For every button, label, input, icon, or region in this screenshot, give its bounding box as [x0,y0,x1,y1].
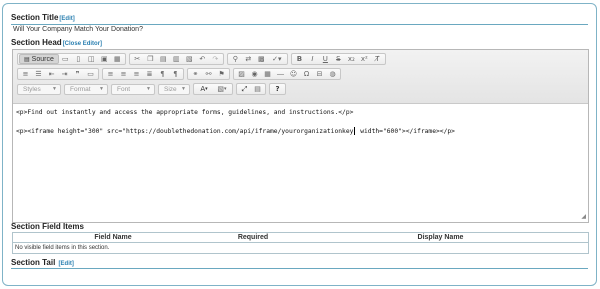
help-button[interactable]: ? [272,84,283,94]
remove-format-icon[interactable]: T̸ [372,54,383,64]
italic-icon[interactable]: I [307,54,318,64]
smiley-icon[interactable]: ☺ [288,69,299,79]
div-container-icon[interactable]: ▭ [85,69,96,79]
undo-icon[interactable]: ↶ [197,54,208,64]
toolbar-group-align: ≡ ≡ ≡ ≣ ¶ ¶ [102,68,184,80]
align-justify-icon[interactable]: ≣ [144,69,155,79]
select-all-icon[interactable]: ▩ [256,54,267,64]
chevron-down-icon: ▼ [99,86,104,92]
paste-icon[interactable]: ▤ [158,54,169,64]
divider [11,24,588,25]
section-title-heading: Section Title[Edit] [11,13,75,22]
show-blocks-icon[interactable]: ▤ [252,84,263,94]
subscript-icon[interactable]: x₂ [346,54,357,64]
field-items-table: Field Name Required Display Name No visi… [12,232,589,254]
code-line: <p>Find out instantly and access the app… [16,109,354,116]
save-icon[interactable]: ▭ [60,54,71,64]
rich-text-editor: ▤ Source ▭ ▯ ◫ ▣ ▦ ✂ ❐ ▤ ▥ ▧ ↶ ↷ ⚲ ⇄ ▩ ✓… [12,49,589,223]
maximize-icon[interactable]: ⤢ [239,84,250,94]
source-icon: ▤ [24,56,30,63]
strike-icon[interactable]: S [333,54,344,64]
section-editor-panel: Section Title[Edit] Will Your Company Ma… [2,3,597,286]
copy-icon[interactable]: ❐ [145,54,156,64]
toolbar-group-about: ? [269,83,286,95]
divider [11,268,588,269]
spellcheck-icon[interactable]: ✓▾ [269,54,285,64]
close-editor-link[interactable]: [Close Editor] [63,41,102,47]
column-header-field-name: Field Name [94,234,132,241]
toolbar-group-colors: A ▾ ▧ ▾ [193,83,233,95]
section-title-value: Will Your Company Match Your Donation? [13,26,143,33]
special-char-icon[interactable]: Ω [301,69,312,79]
toolbar-group-editing: ⚲ ⇄ ▩ ✓▾ [226,53,288,65]
chevron-down-icon: ▼ [52,86,57,92]
superscript-icon[interactable]: x² [359,54,370,64]
page-break-icon[interactable]: ⊟ [314,69,325,79]
horizontal-line-icon[interactable]: ― [275,69,286,79]
column-header-required: Required [237,234,269,241]
link-icon[interactable]: ⚭ [190,69,201,79]
toolbar-group-insert: ▨ ◉ ▦ ― ☺ Ω ⊟ ◍ [233,68,341,80]
text-color-button[interactable]: A ▾ [196,84,212,94]
rtl-icon[interactable]: ¶ [170,69,181,79]
format-dropdown[interactable]: Format ▼ [64,83,108,95]
background-color-icon[interactable]: ▧ ▾ [214,84,230,94]
align-left-icon[interactable]: ≡ [105,69,116,79]
toolbar-group-lists: ≡ ☰ ⇤ ⇥ ❞ ▭ [17,68,99,80]
source-button[interactable]: ▤ Source [19,54,59,64]
outdent-icon[interactable]: ⇤ [46,69,57,79]
iframe-icon[interactable]: ◍ [327,69,338,79]
section-field-items-heading: Section Field Items [11,222,84,231]
font-dropdown[interactable]: Font ▼ [111,83,155,95]
underline-icon[interactable]: U [320,54,331,64]
bold-icon[interactable]: B [294,54,305,64]
cut-icon[interactable]: ✂ [132,54,143,64]
resize-handle-icon[interactable]: ◢ [581,213,586,220]
section-head-heading: Section Head[Close Editor] [11,38,102,47]
unlink-icon[interactable]: ⚯ [203,69,214,79]
chevron-down-icon: ▼ [181,86,186,92]
blockquote-icon[interactable]: ❞ [72,69,83,79]
align-right-icon[interactable]: ≡ [131,69,142,79]
paste-word-icon[interactable]: ▧ [184,54,195,64]
indent-icon[interactable]: ⇥ [59,69,70,79]
source-code-textarea[interactable]: <p>Find out instantly and access the app… [13,105,588,222]
templates-icon[interactable]: ▦ [112,54,123,64]
flash-icon[interactable]: ◉ [249,69,260,79]
anchor-icon[interactable]: ⚑ [216,69,227,79]
numbered-list-icon[interactable]: ≡ [20,69,31,79]
section-title-label: Section Title [11,13,59,22]
section-tail-label: Section Tail [11,258,56,267]
preview-icon[interactable]: ◫ [86,54,97,64]
bulleted-list-icon[interactable]: ☰ [33,69,44,79]
toolbar-group-document: ▤ Source ▭ ▯ ◫ ▣ ▦ [17,53,126,65]
chevron-down-icon: ▼ [146,86,151,92]
table-icon[interactable]: ▦ [262,69,273,79]
redo-icon[interactable]: ↷ [210,54,221,64]
toolbar-group-basicstyles: B I U S x₂ x² T̸ [290,53,386,65]
toolbar-group-links: ⚭ ⚯ ⚑ [187,68,230,80]
section-title-edit-link[interactable]: [Edit] [59,16,74,22]
section-tail-edit-link[interactable]: [Edit] [59,261,74,267]
styles-dropdown[interactable]: Styles ▼ [17,83,61,95]
print-icon[interactable]: ▣ [99,54,110,64]
paste-text-icon[interactable]: ▥ [171,54,182,64]
new-page-icon[interactable]: ▯ [73,54,84,64]
size-dropdown[interactable]: Size ▼ [158,83,190,95]
toolbar-group-clipboard: ✂ ❐ ▤ ▥ ▧ ↶ ↷ [128,53,224,65]
image-icon[interactable]: ▨ [236,69,247,79]
editor-toolbar: ▤ Source ▭ ▯ ◫ ▣ ▦ ✂ ❐ ▤ ▥ ▧ ↶ ↷ ⚲ ⇄ ▩ ✓… [13,50,588,104]
column-header-display-name: Display Name [417,234,464,241]
ltr-icon[interactable]: ¶ [157,69,168,79]
align-center-icon[interactable]: ≡ [118,69,129,79]
table-empty-message: No visible field items in this section. [15,245,110,251]
section-tail-heading: Section Tail [Edit] [11,258,74,267]
table-header-row: Field Name Required Display Name [13,233,588,243]
code-line: <p><iframe height="300" src="https://dou… [16,127,455,135]
replace-icon[interactable]: ⇄ [243,54,254,64]
section-head-label: Section Head [11,38,62,47]
find-icon[interactable]: ⚲ [230,54,241,64]
toolbar-group-tools: ⤢ ▤ [236,83,266,95]
